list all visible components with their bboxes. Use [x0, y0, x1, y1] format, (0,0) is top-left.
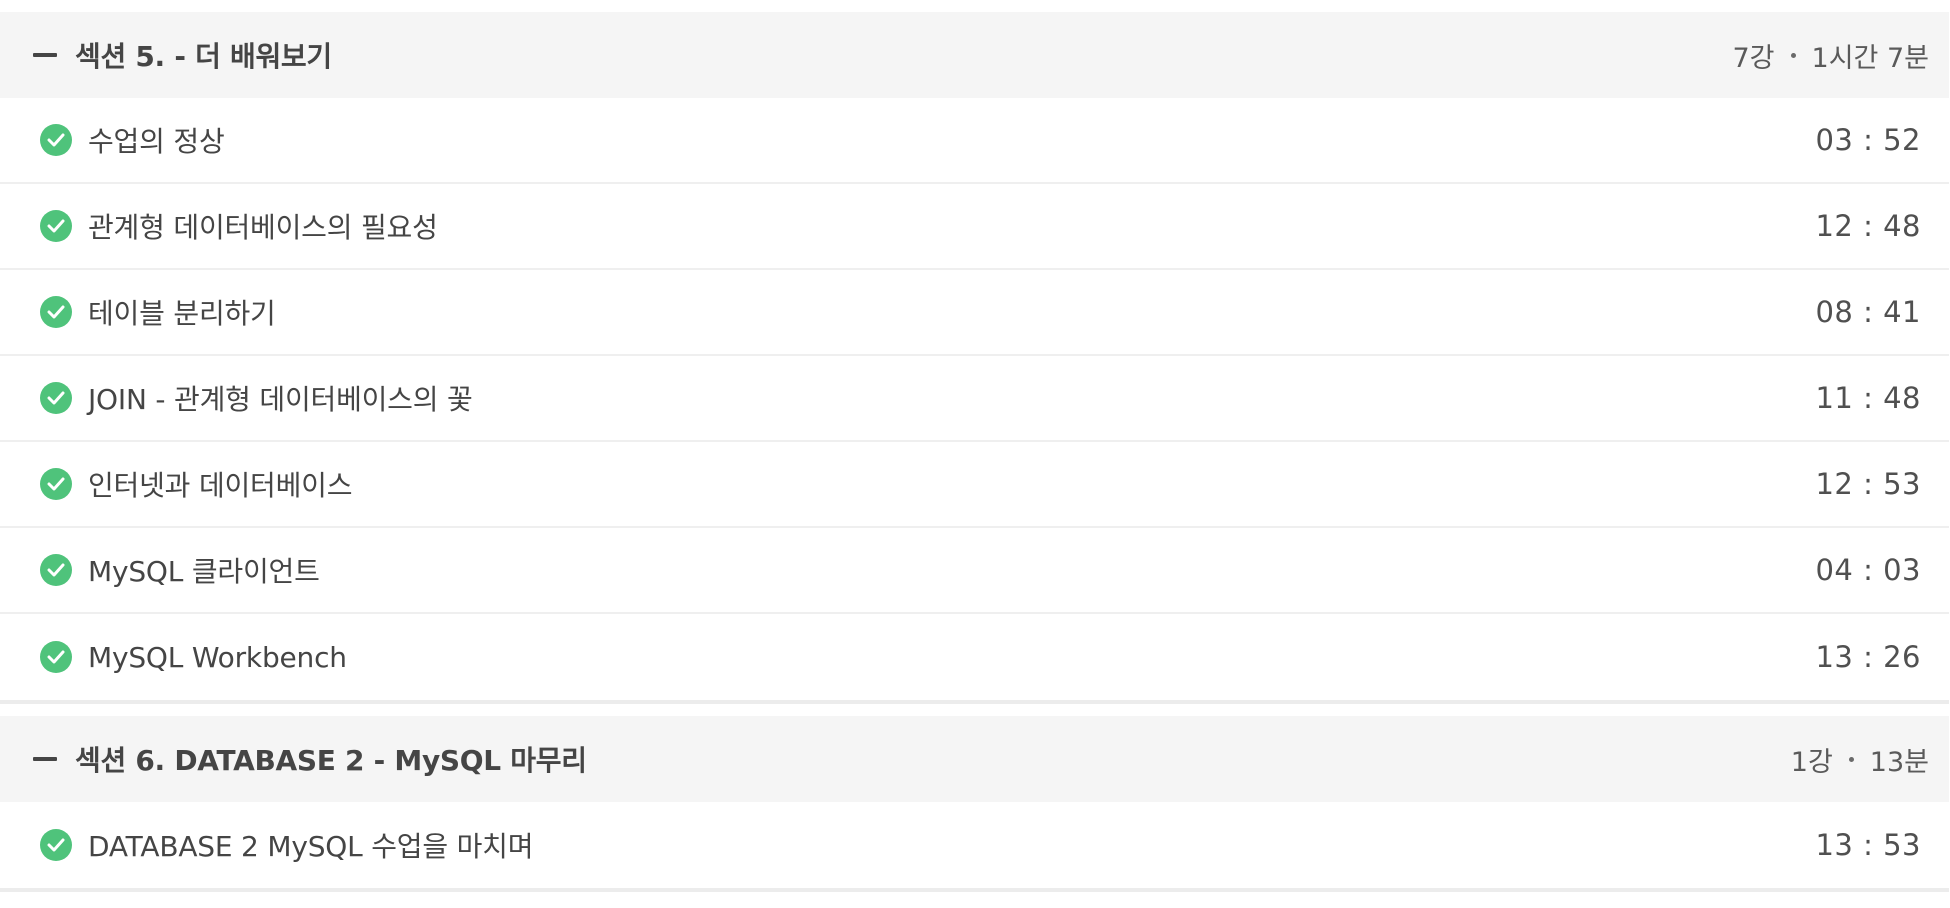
check-circle-icon [40, 554, 72, 586]
lesson-title: 테이블 분리하기 [88, 297, 276, 330]
section-meta: 1강 13분 [1791, 740, 1929, 779]
section-duration: 13분 [1869, 746, 1929, 778]
lesson-duration: 13 : 26 [1815, 640, 1921, 674]
check-circle-icon [40, 468, 72, 500]
curriculum-list: 섹션 5. - 더 배워보기 7강 1시간 7분 수업의 정상 03 : 52 [0, 0, 1949, 908]
separator-dot [1790, 52, 1796, 58]
lesson-title: 수업의 정상 [88, 125, 225, 158]
lesson-duration: 08 : 41 [1815, 295, 1921, 329]
lesson-item[interactable]: DATABASE 2 MySQL 수업을 마치며 13 : 53 [0, 802, 1949, 888]
lesson-title: 인터넷과 데이터베이스 [88, 469, 353, 502]
check-circle-icon [40, 641, 72, 673]
lesson-item[interactable]: JOIN - 관계형 데이터베이스의 꽃 11 : 48 [0, 356, 1949, 442]
lesson-duration: 12 : 53 [1815, 467, 1921, 501]
lesson-item[interactable]: 관계형 데이터베이스의 필요성 12 : 48 [0, 184, 1949, 270]
check-circle-icon [40, 296, 72, 328]
lesson-item[interactable]: MySQL Workbench 13 : 26 [0, 614, 1949, 700]
lesson-duration: 04 : 03 [1815, 553, 1921, 587]
lesson-item[interactable]: MySQL 클라이언트 04 : 03 [0, 528, 1949, 614]
section-title: 섹션 6. DATABASE 2 - MySQL 마무리 [75, 744, 587, 777]
lesson-title: DATABASE 2 MySQL 수업을 마치며 [88, 830, 534, 863]
section-duration: 1시간 7분 [1811, 42, 1929, 74]
lesson-item[interactable]: 테이블 분리하기 08 : 41 [0, 270, 1949, 356]
section-divider [0, 700, 1949, 704]
section-5: 섹션 5. - 더 배워보기 7강 1시간 7분 수업의 정상 03 : 52 [0, 12, 1949, 704]
lesson-title: JOIN - 관계형 데이터베이스의 꽃 [88, 383, 473, 416]
lesson-item[interactable]: 수업의 정상 03 : 52 [0, 98, 1949, 184]
section-divider [0, 888, 1949, 892]
section-6-header[interactable]: 섹션 6. DATABASE 2 - MySQL 마무리 1강 13분 [0, 716, 1949, 802]
section-6: 섹션 6. DATABASE 2 - MySQL 마무리 1강 13분 DATA… [0, 716, 1949, 892]
lesson-title: MySQL Workbench [88, 640, 347, 674]
section-meta: 7강 1시간 7분 [1733, 36, 1930, 75]
lesson-duration: 11 : 48 [1815, 381, 1921, 415]
section-5-header[interactable]: 섹션 5. - 더 배워보기 7강 1시간 7분 [0, 12, 1949, 98]
lesson-item[interactable]: 인터넷과 데이터베이스 12 : 53 [0, 442, 1949, 528]
lesson-count: 1강 [1790, 746, 1833, 778]
section-title: 섹션 5. - 더 배워보기 [75, 40, 332, 73]
lesson-title: MySQL 클라이언트 [88, 555, 320, 588]
lesson-duration: 12 : 48 [1815, 209, 1921, 243]
lesson-duration: 03 : 52 [1815, 123, 1921, 157]
minus-icon[interactable] [32, 42, 58, 68]
lesson-title: 관계형 데이터베이스의 필요성 [88, 211, 438, 244]
lesson-count: 7강 [1732, 42, 1775, 74]
check-circle-icon [40, 210, 72, 242]
check-circle-icon [40, 382, 72, 414]
lesson-duration: 13 : 53 [1815, 828, 1921, 862]
check-circle-icon [40, 124, 72, 156]
separator-dot [1848, 756, 1854, 762]
minus-icon[interactable] [32, 746, 58, 772]
check-circle-icon [40, 829, 72, 861]
